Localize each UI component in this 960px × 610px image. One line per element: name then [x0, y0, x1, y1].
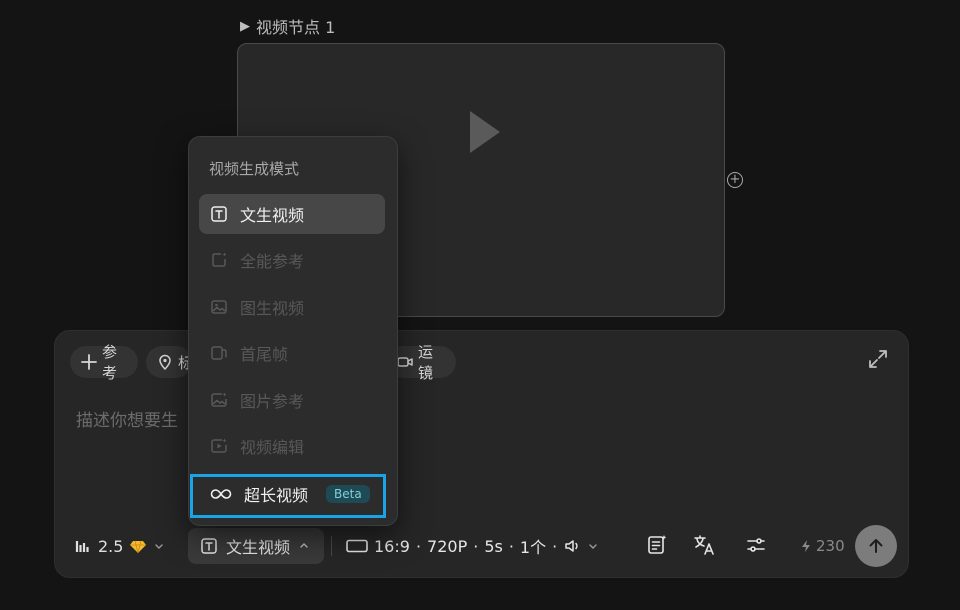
- play-triangle-icon: ▶: [240, 18, 250, 34]
- menu-item-image-reference[interactable]: 图片参考: [199, 380, 385, 420]
- highlight-outline: [190, 474, 386, 518]
- resolution-value: 720P: [427, 536, 468, 556]
- separator: ·: [508, 536, 514, 556]
- count-value: 1个: [519, 538, 547, 557]
- lightning-icon: [802, 540, 810, 552]
- speaker-icon: [565, 540, 578, 552]
- toolbar-divider: [331, 536, 332, 556]
- menu-item-all-reference[interactable]: 全能参考: [199, 240, 385, 280]
- separator: ·: [473, 536, 479, 556]
- credits-value: 230: [816, 537, 845, 555]
- menu-item-label: 视频编辑: [240, 438, 305, 457]
- add-node-icon[interactable]: +: [727, 172, 743, 188]
- menu-item-label: 首尾帧: [240, 345, 289, 364]
- video-node-title: 视频节点 1: [256, 18, 336, 37]
- menu-item-label: 图生视频: [240, 299, 305, 318]
- menu-item-label: 全能参考: [240, 252, 305, 271]
- menu-item-video-edit[interactable]: 视频编辑: [199, 426, 385, 466]
- frames-icon: [211, 346, 227, 360]
- chevron-up-icon: [300, 543, 308, 548]
- plus-icon: [81, 354, 97, 370]
- chevron-down-icon: [155, 544, 164, 549]
- model-selector[interactable]: 2.5: [74, 528, 165, 564]
- text-t-icon: [211, 206, 227, 222]
- add-reference-label: 参考: [102, 343, 118, 382]
- arrow-up-icon: [869, 539, 883, 553]
- menu-item-label: 图片参考: [240, 392, 305, 411]
- video-camera-icon: [397, 357, 413, 367]
- generation-mode-label: 文生视频: [226, 538, 291, 557]
- text-t-icon: [201, 538, 217, 554]
- prompt-placeholder-left: 描述你想要生: [76, 411, 178, 431]
- prompt-template-icon[interactable]: [645, 533, 669, 557]
- location-pin-icon: [159, 354, 171, 371]
- model-version: 2.5: [98, 536, 124, 556]
- premium-diamond-icon: [130, 540, 147, 554]
- image-sparkle-icon: [211, 392, 227, 407]
- image-icon: [211, 300, 227, 314]
- camera-motion-label: 运镜: [418, 343, 434, 382]
- expand-icon[interactable]: [866, 347, 890, 371]
- separator: ·: [415, 536, 422, 556]
- send-button[interactable]: [855, 525, 897, 567]
- aspect-ratio-icon: [346, 539, 368, 553]
- settings-sliders-icon[interactable]: [744, 533, 768, 557]
- menu-item-label: 文生视频: [240, 206, 305, 225]
- menu-title: 视频生成模式: [209, 160, 300, 178]
- separator: ·: [552, 536, 558, 556]
- menu-item-first-last-frame[interactable]: 首尾帧: [199, 333, 385, 373]
- duration-value: 5s: [484, 536, 503, 556]
- menu-item-image-to-video[interactable]: 图生视频: [199, 287, 385, 327]
- credits-cost: 230: [800, 537, 845, 555]
- aspect-ratio-value: 16:9: [374, 536, 410, 556]
- video-params-selector[interactable]: 16:9 · 720P · 5s · 1个 ·: [346, 528, 599, 564]
- menu-item-text-to-video[interactable]: 文生视频: [199, 194, 385, 234]
- chevron-down-icon: [589, 544, 597, 549]
- play-icon[interactable]: [470, 111, 500, 153]
- video-edit-icon: [211, 438, 227, 453]
- mark-chip[interactable]: 标: [146, 346, 193, 378]
- translate-icon[interactable]: [692, 533, 716, 557]
- frame-sparkle-icon: [212, 252, 227, 267]
- video-node-label[interactable]: ▶ 视频节点 1: [240, 14, 335, 38]
- bar-chart-icon: [75, 541, 89, 552]
- camera-motion-chip[interactable]: 运镜: [388, 343, 456, 382]
- generation-mode-button[interactable]: 文生视频: [188, 528, 324, 564]
- add-reference-chip[interactable]: 参考: [70, 343, 138, 382]
